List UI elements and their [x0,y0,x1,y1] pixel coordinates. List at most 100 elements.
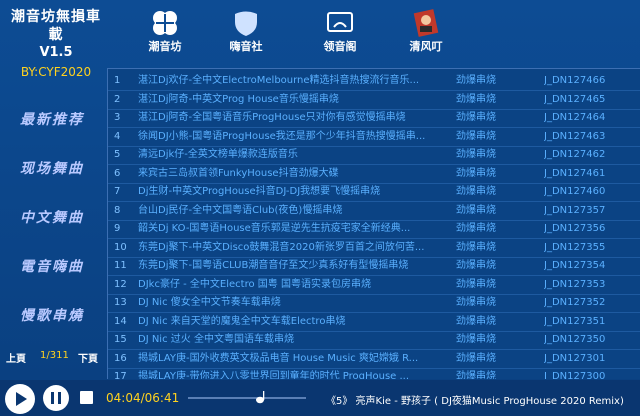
track-number: 8 [114,204,121,216]
sidebar-item-latest[interactable]: 最新推荐 [0,104,104,153]
track-id: J_DN127465 [544,93,606,105]
portrait-icon [413,9,439,37]
track-row[interactable]: 12 DJkc豪仔 - 全中文Electro 国粤 国粤语实录包房串烧 劲爆串烧 J_… [108,275,640,295]
track-artist: 劲爆串烧 [456,186,496,197]
track-artist: 劲爆串烧 [456,297,496,308]
sidebar-item-live[interactable]: 现场舞曲 [0,153,104,202]
track-title: 徐闻DJ小熊-国粤语ProgHouse我还是那个少年抖音热搜慢摇串... [138,130,426,142]
track-row[interactable]: 5 清远Djk仔-全英文榜单爆款连版音乐 劲爆串烧 J_DN127462 [108,145,640,165]
track-row[interactable]: 14 DJ Nic 来自天堂的魔鬼全中文车载Electro串烧 劲爆串烧 J_DN12… [108,312,640,332]
sidebar-item-edm[interactable]: 電音嗨曲 [0,251,104,300]
track-title: DJ Nic 傻女全中文节奏车载串烧 [138,297,281,308]
track-row[interactable]: 13 DJ Nic 傻女全中文节奏车载串烧 劲爆串烧 J_DN127352 [108,293,640,313]
shield-icon [235,11,257,36]
track-artist: 劲爆串烧 [456,130,496,142]
seek-bar[interactable] [188,397,306,399]
track-title: 揭城LAY庚-带你进入八零世界回到童年的时代 ProgHouse ... [138,371,410,379]
pause-button[interactable] [43,385,69,411]
track-id: J_DN127356 [544,223,606,234]
sidebar-item-slow[interactable]: 慢歌串燒 [0,300,104,349]
track-title: 揭城LAY庚-国外收费英文极品电音 House Music 爽妃嫦娥 R... [138,352,419,364]
track-title: 湛江Dj欢仔-全中文ElectroMelbourne精选抖音热搜流行音乐... [138,75,420,86]
track-row[interactable]: 15 DJ Nic 过火 全中文粤国语车载串烧 劲爆串烧 J_DN127350 [108,330,640,350]
track-row[interactable]: 7 Dj生财-中英文ProgHouse抖音DJ-DJ我想要飞慢摇串烧 劲爆串烧 J_D… [108,182,640,202]
track-row[interactable]: 8 台山Dj民仔-全中文国粤语Club(夜色)慢摇串烧 劲爆串烧 J_DN127357 [108,201,640,221]
track-number: 11 [114,260,127,271]
track-row[interactable]: 4 徐闻DJ小熊-国粤语ProgHouse我还是那个少年抖音热搜慢摇串... 劲爆串… [108,127,640,147]
track-row[interactable]: 3 湛江Dj阿奇-全国粤语音乐ProgHouse只对你有感觉慢摇串烧 劲爆串烧 J_D… [108,108,640,128]
track-title: 东莞Dj聚下-国粤语CLUB潮音音仔至文少真系好有型慢摇串烧 [138,260,409,271]
play-button[interactable] [5,384,35,414]
prev-page-button[interactable]: 上頁 [6,350,26,365]
track-number: 15 [114,334,127,345]
track-title: 湛江Dj阿奇-中英文Prog House音乐慢摇串烧 [138,93,339,105]
nav-label: 清风叮 [409,40,443,53]
track-number: 14 [114,315,127,327]
track-number: 2 [114,93,121,105]
app-title: 潮音坊無損車載 [11,9,101,43]
track-title: Dj生财-中英文ProgHouse抖音DJ-DJ我想要飞慢摇串烧 [138,186,381,197]
track-artist: 劲爆串烧 [456,334,496,345]
next-page-button[interactable]: 下頁 [78,350,98,365]
track-row[interactable]: 1 湛江Dj欢仔-全中文ElectroMelbourne精选抖音热搜流行音乐...… [108,71,640,91]
track-id: J_DN127353 [544,278,606,290]
track-row[interactable]: 17 揭城LAY庚-带你进入八零世界回到童年的时代 ProgHouse ... 劲爆… [108,367,640,379]
track-artist: 劲爆串烧 [456,241,496,253]
track-number: 9 [114,223,121,234]
track-artist: 劲爆串烧 [456,315,496,327]
app-version: V1.5 [39,45,73,60]
seek-knob-icon[interactable] [255,390,265,404]
screen-icon [327,12,353,32]
nav-tab-qingfengding[interactable]: 清风叮 [395,6,457,60]
track-row[interactable]: 9 韶关Dj KO-国粤语House音乐郭是逆先生抗疫宅家全新经典... 劲爆串烧 J… [108,219,640,239]
track-list: 1 湛江Dj欢仔-全中文ElectroMelbourne精选抖音热搜流行音乐...… [107,68,640,379]
track-id: J_DN127461 [544,167,606,179]
track-row[interactable]: 2 湛江Dj阿奇-中英文Prog House音乐慢摇串烧 劲爆串烧 J_DN12746… [108,90,640,110]
track-id: J_DN127466 [544,75,606,86]
track-title: 清远Djk仔-全英文榜单爆款连版音乐 [138,149,298,160]
nav-tab-chaoyinfang[interactable]: 潮音坊 [134,6,196,60]
track-row[interactable]: 11 东莞Dj聚下-国粤语CLUB潮音音仔至文少真系好有型慢摇串烧 劲爆串烧 J_DN… [108,256,640,276]
track-id: J_DN127354 [544,260,606,271]
track-id: J_DN127462 [544,149,606,160]
player-bar: 04:04/06:41 《5》 亮声Kie - 野孩子 ( DJ夜猫Music … [0,380,640,416]
track-artist: 劲爆串烧 [456,371,496,379]
sidebar-item-chinese[interactable]: 中文舞曲 [0,202,104,251]
page-indicator: 1/311 [40,350,69,361]
playback-time: 04:04/06:41 [106,391,180,405]
track-id: J_DN127463 [544,130,606,142]
nav-tab-lingyinge[interactable]: 领音阁 [309,6,371,60]
track-number: 1 [114,75,121,86]
track-title: 韶关Dj KO-国粤语House音乐郭是逆先生抗疫宅家全新经典... [138,223,411,234]
track-number: 4 [114,130,121,142]
track-number: 17 [114,371,127,379]
track-number: 3 [114,112,121,123]
track-title: DJkc豪仔 - 全中文Electro 国粤 国粤语实录包房串烧 [138,278,371,290]
category-sidebar: 最新推荐 现场舞曲 中文舞曲 電音嗨曲 慢歌串燒 [0,70,104,342]
track-row[interactable]: 6 来宾古三岛叔首领FunkyHouse抖音劲爆大碟 劲爆串烧 J_DN127461 [108,164,640,184]
track-id: J_DN127301 [544,352,606,364]
track-title: 湛江Dj阿奇-全国粤语音乐ProgHouse只对你有感觉慢摇串烧 [138,112,406,123]
track-number: 6 [114,167,121,179]
track-id: J_DN127350 [544,334,606,345]
track-number: 16 [114,352,127,364]
track-number: 5 [114,149,121,160]
track-title: 东莞Dj聚下-中英文Disco鼓舞混音2020新张罗百首之间放何苦... [138,241,425,253]
track-id: J_DN127460 [544,186,606,197]
pause-icon [51,392,61,404]
track-artist: 劲爆串烧 [456,93,496,105]
stop-button[interactable] [80,391,93,404]
track-artist: 劲爆串烧 [456,352,496,364]
track-row[interactable]: 16 揭城LAY庚-国外收费英文极品电音 House Music 爽妃嫦娥 R..… [108,349,640,369]
track-artist: 劲爆串烧 [456,278,496,290]
track-id: J_DN127357 [544,204,606,216]
track-number: 7 [114,186,121,197]
track-artist: 劲爆串烧 [456,149,496,160]
track-artist: 劲爆串烧 [456,223,496,234]
track-row[interactable]: 10 东莞Dj聚下-中英文Disco鼓舞混音2020新张罗百首之间放何苦... 劲爆… [108,238,640,258]
track-title: DJ Nic 来自天堂的魔鬼全中文车载Electro串烧 [138,315,346,327]
track-id: J_DN127464 [544,112,606,123]
track-number: 12 [114,278,127,290]
nav-tab-haiyinshe[interactable]: 嗨音社 [215,6,277,60]
track-title: 台山Dj民仔-全中文国粤语Club(夜色)慢摇串烧 [138,204,343,216]
